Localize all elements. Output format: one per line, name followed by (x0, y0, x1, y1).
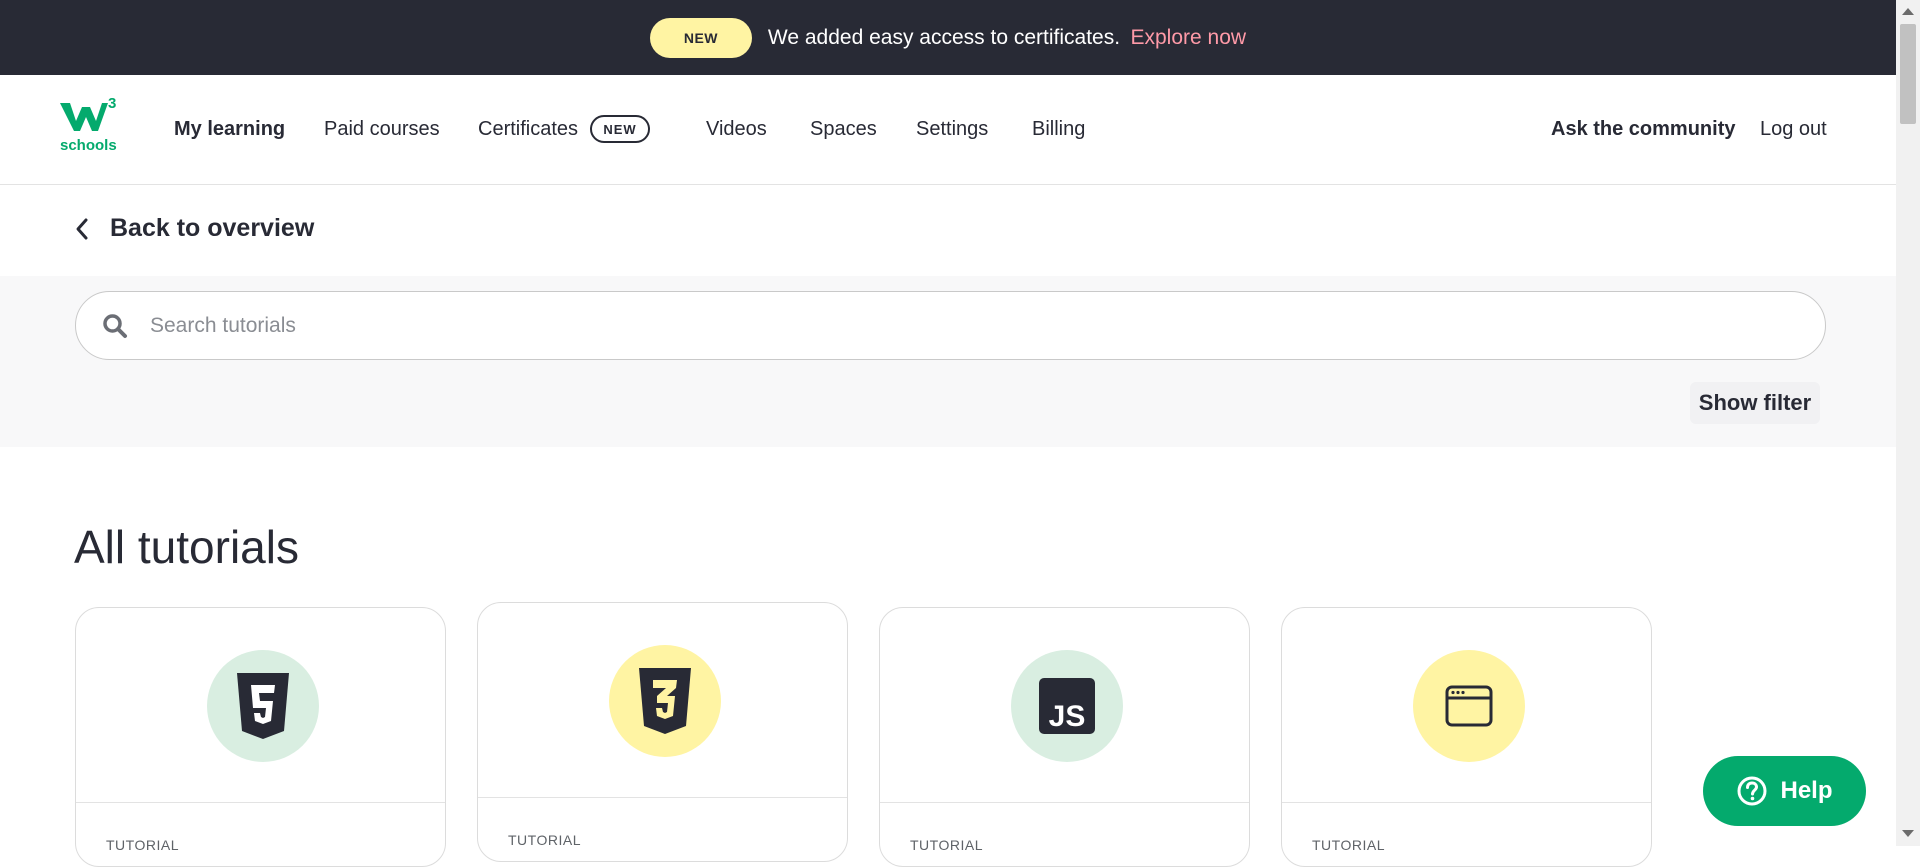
nav-billing[interactable]: Billing (1032, 118, 1085, 141)
tutorial-card-css[interactable]: TUTORIAL (477, 602, 848, 862)
nav-settings[interactable]: Settings (916, 118, 988, 141)
w3schools-logo[interactable]: 3 schools (58, 95, 122, 154)
javascript-icon: JS (1039, 678, 1095, 734)
certificates-new-badge: NEW (590, 115, 650, 143)
tutorial-card-html[interactable]: TUTORIAL (75, 607, 446, 867)
card-divider (478, 797, 847, 798)
svg-text:JS: JS (1049, 700, 1086, 733)
card-tag: TUTORIAL (1312, 837, 1385, 853)
nav-certificates[interactable]: Certificates (478, 118, 578, 141)
vertical-scrollbar[interactable] (1896, 0, 1920, 846)
scroll-down-arrow-icon[interactable] (1902, 830, 1914, 837)
search-icon (103, 313, 127, 338)
page-title: All tutorials (74, 521, 299, 573)
announcement-bar: NEW We added easy access to certificates… (0, 0, 1896, 75)
help-button[interactable]: Help (1703, 756, 1866, 826)
help-label: Help (1780, 777, 1833, 804)
search-placeholder: Search tutorials (150, 313, 296, 337)
card-divider (1282, 802, 1651, 803)
css3-icon (639, 668, 691, 734)
w3-logo-mark-icon (60, 103, 108, 131)
card-divider (880, 802, 1249, 803)
nav-spaces[interactable]: Spaces (810, 118, 877, 141)
chevron-left-icon (76, 218, 88, 239)
nav-videos[interactable]: Videos (706, 118, 767, 141)
new-badge: NEW (649, 17, 752, 58)
announcement-message: We added easy access to certificates. (767, 25, 1121, 49)
nav-paid-courses[interactable]: Paid courses (324, 118, 440, 141)
tutorial-card-javascript[interactable]: JS TUTORIAL (879, 607, 1250, 867)
logout-link[interactable]: Log out (1760, 118, 1827, 141)
card-icon-circle (1413, 650, 1525, 762)
card-icon-circle (609, 645, 721, 757)
logo-superscript: 3 (108, 95, 117, 112)
search-input[interactable]: Search tutorials (75, 291, 1826, 360)
scroll-up-arrow-icon[interactable] (1902, 8, 1914, 15)
card-divider (76, 802, 445, 803)
back-label: Back to overview (110, 214, 315, 242)
card-icon-circle: JS (1011, 650, 1123, 762)
html5-icon (237, 673, 289, 739)
nav-my-learning[interactable]: My learning (174, 118, 285, 141)
top-navigation: 3 schools My learning Paid courses Certi… (0, 75, 1896, 185)
browser-window-icon (1445, 685, 1493, 727)
logo-text: schools (60, 137, 117, 154)
show-filter-button[interactable]: Show filter (1690, 382, 1820, 424)
tutorial-card-browser[interactable]: TUTORIAL (1281, 607, 1652, 867)
back-to-overview-link[interactable]: Back to overview (74, 214, 314, 243)
card-tag: TUTORIAL (910, 837, 983, 853)
explore-now-link[interactable]: Explore now (1131, 26, 1247, 49)
ask-community-link[interactable]: Ask the community (1551, 118, 1735, 141)
card-icon-circle (207, 650, 319, 762)
question-circle-icon (1737, 776, 1767, 806)
card-tag: TUTORIAL (106, 837, 179, 853)
scrollbar-thumb[interactable] (1900, 24, 1916, 124)
